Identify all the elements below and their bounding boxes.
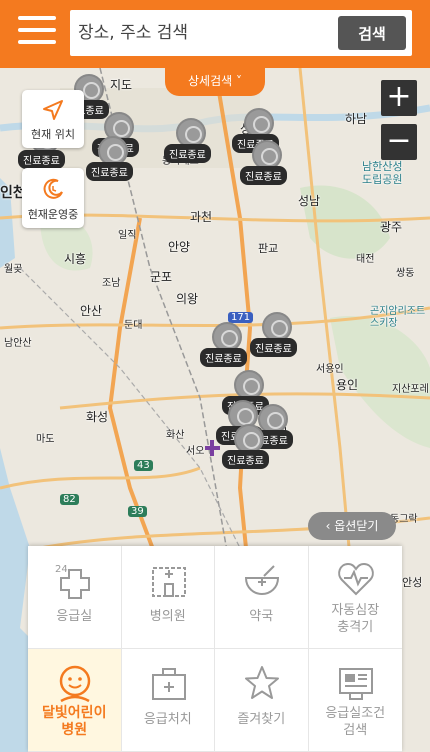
category-panel: 24 응급실 병의원 약국 자동심장 충격기 달빛어린이 병원 응급처치 즐겨찾… bbox=[28, 546, 402, 752]
options-close-button[interactable]: ‹ 옵션닫기 bbox=[308, 512, 396, 540]
category-label: 즐겨찾기 bbox=[237, 712, 286, 727]
category-defibrillator[interactable]: 자동심장 충격기 bbox=[308, 546, 402, 649]
place-label: 성남 bbox=[298, 194, 321, 208]
category-moonlight-child-hospital[interactable]: 달빛어린이 병원 bbox=[28, 649, 122, 752]
category-label: 응급처치 bbox=[143, 712, 192, 727]
app-header: 검색 bbox=[0, 0, 430, 68]
place-label: 일직 bbox=[118, 230, 137, 241]
moonlight-child-icon bbox=[59, 665, 91, 703]
place-label: 43 bbox=[134, 460, 153, 471]
location-arrow-icon bbox=[43, 100, 63, 120]
marker-label: 진료종료 bbox=[18, 150, 65, 169]
svg-text:24: 24 bbox=[55, 564, 68, 575]
marker-label: 진료종료 bbox=[250, 338, 297, 357]
hospital-marker[interactable]: 진료종료 bbox=[222, 424, 280, 472]
place-label: 서오 bbox=[186, 446, 205, 457]
category-label: 응급실조건 검색 bbox=[325, 706, 386, 738]
place-label: 남안산 bbox=[4, 338, 32, 349]
place-label: 안성 bbox=[402, 576, 423, 589]
category-favorites[interactable]: 즐겨찾기 bbox=[215, 649, 309, 752]
category-er-condition-search[interactable]: 응급실조건 검색 bbox=[308, 649, 402, 752]
pharmacy-icon bbox=[244, 565, 280, 596]
hospital-marker[interactable]: 진료종료 bbox=[250, 312, 308, 360]
place-label: 과천 bbox=[190, 210, 213, 224]
zoom-out-button[interactable]: − bbox=[381, 124, 417, 160]
category-label: 응급실 bbox=[56, 609, 93, 624]
marker-label: 진료종료 bbox=[164, 144, 211, 163]
star-icon bbox=[245, 666, 279, 699]
zoom-in-button[interactable]: + bbox=[381, 80, 417, 116]
place-label: 월곶 bbox=[4, 264, 23, 275]
search-button[interactable]: 검색 bbox=[338, 16, 406, 50]
defibrillator-icon bbox=[337, 562, 374, 596]
place-label: 지산포레 bbox=[392, 384, 429, 395]
hospital-icon bbox=[151, 567, 186, 597]
category-hospital[interactable]: 병의원 bbox=[121, 546, 215, 649]
place-label: 조남 bbox=[102, 278, 121, 289]
marker-label: 진료종료 bbox=[240, 166, 287, 185]
marker-label: 진료종료 bbox=[200, 348, 247, 367]
hospital-marker[interactable]: 진료종료 bbox=[240, 140, 298, 188]
place-label: 서용인 bbox=[316, 364, 344, 375]
place-label: 82 bbox=[60, 494, 79, 505]
moon-clock-icon bbox=[43, 178, 63, 199]
search-input[interactable] bbox=[78, 18, 328, 48]
current-location-button[interactable]: 현재 위치 bbox=[22, 90, 84, 148]
place-label: 안양 bbox=[168, 240, 191, 254]
category-label: 자동심장 충격기 bbox=[331, 603, 380, 635]
category-emergency-room[interactable]: 24 응급실 bbox=[28, 546, 122, 649]
hospital-marker[interactable]: 진료종료 bbox=[164, 118, 222, 166]
er-condition-search-icon bbox=[338, 668, 373, 700]
marker-label: 진료종료 bbox=[222, 450, 269, 469]
detail-search-tab[interactable]: 상세검색 ˅ bbox=[165, 68, 265, 96]
category-pharmacy[interactable]: 약국 bbox=[215, 546, 309, 649]
place-label: 광주 bbox=[380, 220, 403, 234]
place-label: 판교 bbox=[258, 242, 279, 255]
place-label: 화산 bbox=[166, 430, 185, 441]
category-first-aid[interactable]: 응급처치 bbox=[121, 649, 215, 752]
category-label: 약국 bbox=[249, 609, 274, 624]
place-label: 하남 bbox=[345, 112, 368, 126]
emergency-room-icon: 24 bbox=[55, 564, 90, 599]
category-label: 달빛어린이 병원 bbox=[42, 705, 107, 738]
open-now-button[interactable]: 현재운영중 bbox=[22, 168, 84, 228]
place-label: 시흥 bbox=[64, 252, 87, 266]
place-label: 용인 bbox=[336, 378, 359, 392]
place-label: 둔대 bbox=[124, 320, 143, 331]
menu-icon[interactable] bbox=[18, 16, 56, 46]
place-label: 마도 bbox=[36, 434, 55, 445]
marker-label: 진료종료 bbox=[86, 162, 133, 181]
place-label: 곤지암리조트 스키장 bbox=[370, 306, 426, 329]
place-label: 군포 bbox=[150, 270, 173, 284]
place-label: 남한산성 도립공원 bbox=[362, 160, 403, 186]
place-label: 화성 bbox=[86, 410, 109, 424]
first-aid-icon bbox=[151, 668, 186, 700]
place-label: 의왕 bbox=[176, 292, 199, 306]
category-label: 병의원 bbox=[149, 609, 186, 624]
place-label: 태전 bbox=[356, 254, 375, 265]
hospital-marker[interactable]: 진료종료 bbox=[86, 136, 144, 184]
open-now-label: 현재운영중 bbox=[27, 208, 79, 221]
current-location-label: 현재 위치 bbox=[31, 128, 75, 141]
place-label: 쌍동 bbox=[396, 268, 415, 279]
place-label: 안산 bbox=[80, 304, 103, 318]
place-label: 39 bbox=[128, 506, 147, 517]
search-box: 검색 bbox=[70, 10, 412, 56]
